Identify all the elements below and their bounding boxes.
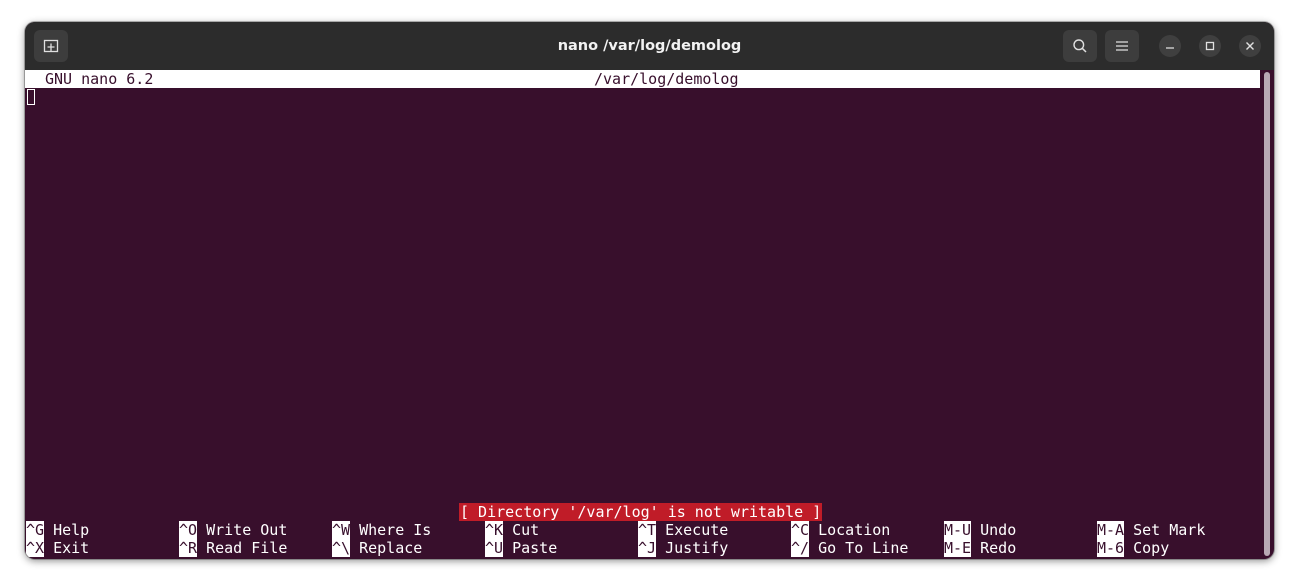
shortcut-key: ^X xyxy=(26,539,45,557)
shortcut-cut[interactable]: ^K Cut xyxy=(485,521,539,539)
shortcut-label: Help xyxy=(53,521,90,539)
shortcut-key: ^\ xyxy=(332,539,351,557)
shortcut-key: ^K xyxy=(485,521,504,539)
shortcut-label: Undo xyxy=(980,521,1017,539)
nano-filename: /var/log/demolog xyxy=(594,70,739,88)
shortcut-location[interactable]: ^C Location xyxy=(791,521,890,539)
shortcut-label: Go To Line xyxy=(818,539,909,557)
shortcut-key: M-U xyxy=(944,521,972,539)
shortcut-redo[interactable]: M-E Redo xyxy=(944,539,1016,557)
shortcut-key: ^G xyxy=(26,521,45,539)
search-icon xyxy=(1073,39,1087,53)
shortcut-label: Execute xyxy=(665,521,729,539)
shortcut-label: Justify xyxy=(665,539,729,557)
shortcut-paste[interactable]: ^U Paste xyxy=(485,539,557,557)
shortcut-replace[interactable]: ^\ Replace xyxy=(332,539,422,557)
shortcut-label: Where Is xyxy=(359,521,432,539)
shortcut-key: ^W xyxy=(332,521,351,539)
shortcut-exit[interactable]: ^X Exit xyxy=(26,539,89,557)
close-icon xyxy=(1246,42,1254,50)
shortcut-key: M-A xyxy=(1097,521,1125,539)
shortcut-where-is[interactable]: ^W Where Is xyxy=(332,521,431,539)
shortcut-key: M-E xyxy=(944,539,972,557)
title-bar: nano /var/log/demolog xyxy=(25,22,1274,70)
shortcut-write-out[interactable]: ^O Write Out xyxy=(179,521,287,539)
shortcut-label: Paste xyxy=(512,539,558,557)
shortcut-copy[interactable]: M-6 Copy xyxy=(1097,539,1169,557)
shortcut-row-1: ^G Help ^O Write Out ^W Where Is ^K Cut … xyxy=(25,521,1205,539)
terminal-area[interactable]: GNU nano 6.2 /var/log/demolog [ Director… xyxy=(25,70,1274,559)
nano-version: GNU nano 6.2 xyxy=(45,70,154,88)
shortcut-label: Cut xyxy=(512,521,540,539)
shortcut-read-file[interactable]: ^R Read File xyxy=(179,539,287,557)
minimize-button[interactable] xyxy=(1159,35,1181,57)
status-message: [ Directory '/var/log' is not writable ] xyxy=(459,503,823,521)
shortcut-label: Replace xyxy=(359,539,423,557)
shortcut-key: ^R xyxy=(179,539,198,557)
hamburger-menu-icon xyxy=(1116,41,1128,51)
shortcut-row-2: ^X Exit ^R Read File ^\ Replace ^U Paste… xyxy=(25,539,1169,557)
shortcut-key: ^U xyxy=(485,539,504,557)
shortcut-undo[interactable]: M-U Undo xyxy=(944,521,1016,539)
maximize-icon xyxy=(1205,41,1215,51)
terminal-window: nano /var/log/demolog GNU nano 6.2 /var/… xyxy=(25,22,1274,559)
close-button[interactable] xyxy=(1239,35,1261,57)
shortcut-execute[interactable]: ^T Execute xyxy=(638,521,728,539)
shortcut-key: ^O xyxy=(179,521,198,539)
menu-button[interactable] xyxy=(1105,30,1139,62)
vertical-scrollbar[interactable] xyxy=(1264,72,1270,556)
shortcut-justify[interactable]: ^J Justify xyxy=(638,539,728,557)
maximize-button[interactable] xyxy=(1199,35,1221,57)
shortcut-label: Write Out xyxy=(206,521,288,539)
shortcut-label: Set Mark xyxy=(1133,521,1206,539)
shortcut-help[interactable]: ^G Help xyxy=(26,521,89,539)
minimize-icon xyxy=(1166,47,1174,49)
shortcut-go-to-line[interactable]: ^/ Go To Line xyxy=(791,539,908,557)
shortcut-label: Copy xyxy=(1133,539,1170,557)
search-button[interactable] xyxy=(1063,30,1097,62)
text-cursor xyxy=(27,89,35,105)
shortcut-label: Location xyxy=(818,521,891,539)
shortcut-key: ^J xyxy=(638,539,657,557)
shortcut-label: Read File xyxy=(206,539,288,557)
nano-header-bar: GNU nano 6.2 /var/log/demolog xyxy=(25,70,1260,88)
shortcut-key: M-6 xyxy=(1097,539,1125,557)
shortcut-label: Exit xyxy=(53,539,90,557)
shortcut-key: ^C xyxy=(791,521,810,539)
shortcut-label: Redo xyxy=(980,539,1017,557)
shortcut-key: ^/ xyxy=(791,539,810,557)
shortcut-set-mark[interactable]: M-A Set Mark xyxy=(1097,521,1205,539)
shortcut-key: ^T xyxy=(638,521,657,539)
